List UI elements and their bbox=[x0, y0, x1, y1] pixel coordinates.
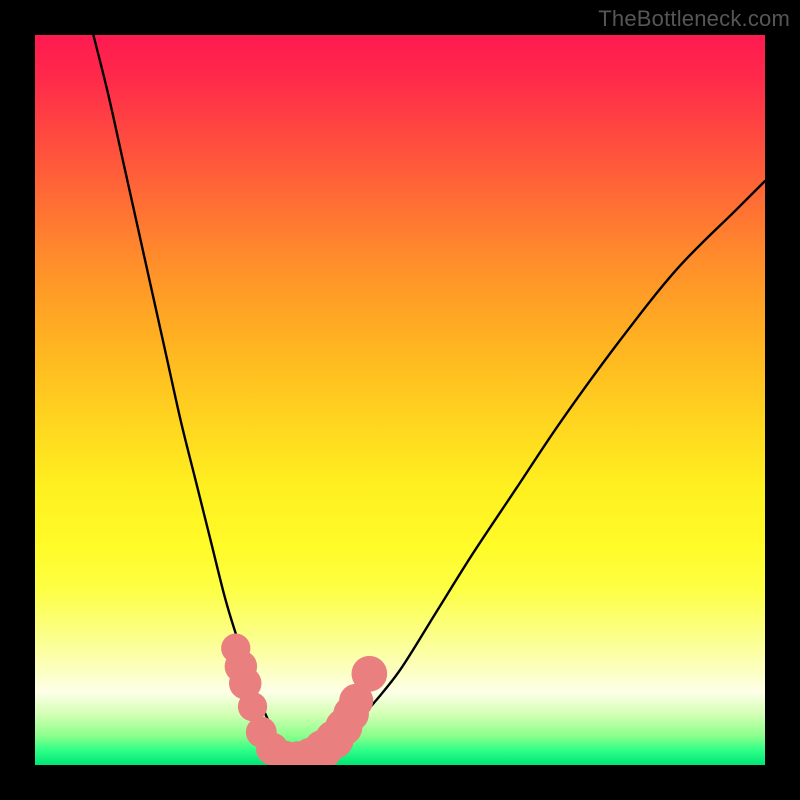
marker-group bbox=[221, 634, 387, 765]
curve-marker bbox=[351, 656, 387, 692]
bottleneck-curve bbox=[93, 35, 765, 758]
plot-area bbox=[35, 35, 765, 765]
watermark-text: TheBottleneck.com bbox=[598, 6, 790, 32]
chart-frame: TheBottleneck.com bbox=[0, 0, 800, 800]
chart-svg bbox=[35, 35, 765, 765]
